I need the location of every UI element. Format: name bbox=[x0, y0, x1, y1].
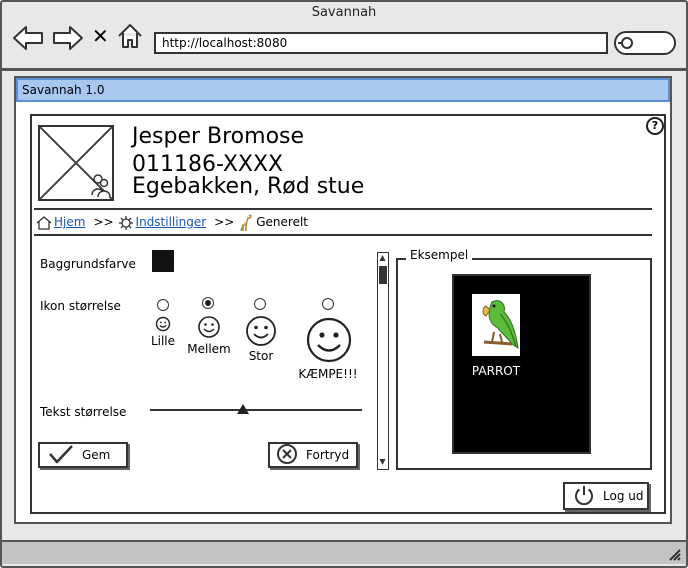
icon-size-radio-huge[interactable] bbox=[322, 298, 334, 310]
parrot-icon bbox=[472, 294, 520, 356]
smiley-icon bbox=[155, 316, 171, 336]
logout-button[interactable]: Log ud bbox=[563, 482, 649, 510]
smiley-icon bbox=[245, 315, 277, 351]
cancel-circle-icon bbox=[270, 443, 306, 468]
icon-size-label: Ikon størrelse bbox=[40, 299, 121, 313]
icon-size-radio-small[interactable] bbox=[157, 299, 169, 311]
save-button[interactable]: Gem bbox=[38, 442, 128, 468]
scrollbar[interactable] bbox=[377, 252, 389, 470]
forward-arrow-icon[interactable] bbox=[52, 24, 84, 56]
power-icon bbox=[565, 484, 603, 509]
icon-size-radio-large[interactable] bbox=[254, 298, 266, 310]
breadcrumb-separator: >> bbox=[214, 215, 235, 229]
text-size-label: Tekst størrelse bbox=[40, 405, 127, 419]
icon-size-medium-label: Mellem bbox=[187, 342, 231, 356]
user-location: Egebakken, Rød stue bbox=[132, 174, 365, 199]
icon-size-huge-label: KÆMPE!!! bbox=[298, 367, 358, 381]
divider bbox=[34, 234, 652, 236]
smiley-icon bbox=[197, 315, 221, 343]
gear-icon bbox=[118, 212, 136, 232]
resize-grip-icon[interactable] bbox=[666, 546, 682, 565]
stop-icon[interactable]: ✕ bbox=[92, 26, 109, 46]
browser-search-box[interactable] bbox=[614, 31, 676, 55]
breadcrumb: Hjem >> Indstillinger >> Generelt bbox=[36, 212, 308, 232]
breadcrumb-separator: >> bbox=[93, 215, 114, 229]
text-size-slider[interactable] bbox=[150, 409, 362, 411]
home-icon[interactable] bbox=[116, 22, 144, 54]
divider bbox=[34, 208, 652, 210]
icon-size-small-label: Lille bbox=[150, 334, 176, 348]
icon-size-large-label: Stor bbox=[248, 349, 274, 363]
checkmark-icon bbox=[40, 444, 82, 467]
icon-size-radio-medium[interactable] bbox=[202, 297, 214, 309]
giraffe-icon bbox=[238, 212, 256, 232]
scroll-up-icon bbox=[379, 255, 386, 261]
chrome-divider bbox=[2, 68, 686, 71]
back-arrow-icon[interactable] bbox=[12, 24, 44, 56]
breadcrumb-home-link[interactable]: Hjem bbox=[54, 212, 85, 232]
text-size-slider-thumb[interactable] bbox=[237, 404, 250, 414]
user-name: Jesper Bromose bbox=[132, 124, 305, 149]
breadcrumb-current: Generelt bbox=[256, 215, 309, 229]
smiley-icon bbox=[305, 316, 353, 368]
scroll-down-icon bbox=[379, 459, 386, 465]
app-title-bar: Savannah 1.0 bbox=[16, 78, 670, 102]
status-bar bbox=[2, 540, 686, 564]
avatar bbox=[38, 125, 114, 201]
cancel-button-label: Fortryd bbox=[306, 448, 350, 462]
breadcrumb-settings-link[interactable]: Indstillinger bbox=[136, 212, 207, 232]
help-icon[interactable]: ? bbox=[646, 117, 664, 135]
logout-button-label: Log ud bbox=[603, 489, 644, 503]
save-button-label: Gem bbox=[82, 448, 111, 462]
cancel-button[interactable]: Fortryd bbox=[268, 442, 358, 468]
example-legend: Eksempel bbox=[406, 248, 473, 262]
home-icon bbox=[36, 212, 54, 232]
background-color-label: Baggrundsfarve bbox=[40, 257, 136, 271]
window-title: Savannah bbox=[311, 5, 377, 20]
background-color-picker[interactable] bbox=[152, 250, 174, 272]
example-item-label: PARROT bbox=[471, 364, 521, 378]
scrollbar-thumb[interactable] bbox=[379, 266, 387, 284]
address-bar[interactable]: http://localhost:8080 bbox=[154, 32, 608, 54]
users-icon bbox=[91, 174, 111, 198]
